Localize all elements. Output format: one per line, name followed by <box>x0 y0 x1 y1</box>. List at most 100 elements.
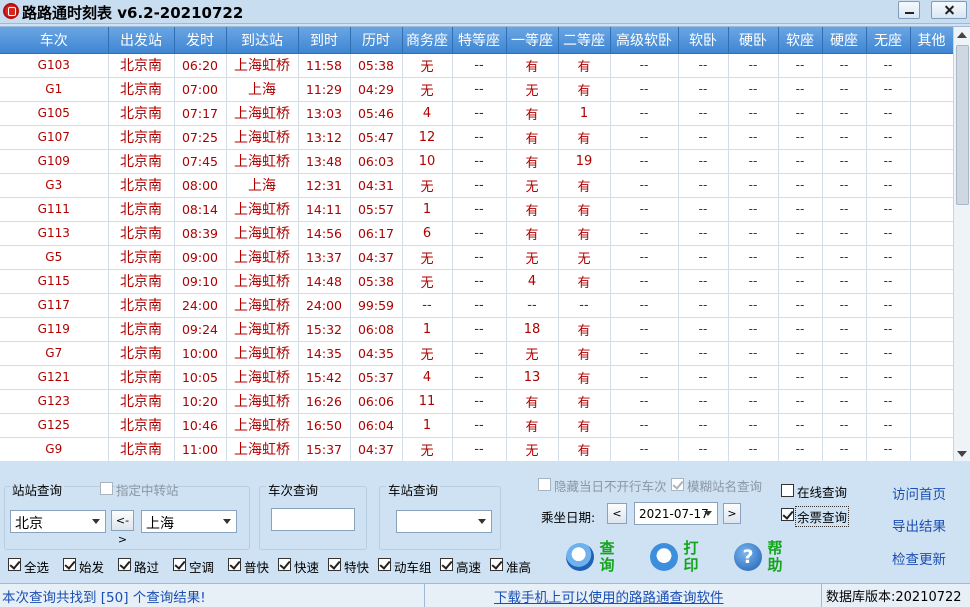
close-button[interactable] <box>931 1 967 19</box>
filter-label: 全选 <box>24 560 50 575</box>
vertical-scrollbar[interactable] <box>953 27 970 461</box>
column-header[interactable]: 无座 <box>866 27 911 54</box>
table-cell: -- <box>452 341 507 366</box>
filter-checkbox[interactable] <box>63 558 76 571</box>
column-header[interactable]: 发时 <box>174 27 227 54</box>
table-row[interactable]: G105 北京南 07:17 上海虹桥 13:03 05:46 4 -- 有 1 -- -- -- -- -… <box>0 101 954 126</box>
column-header[interactable]: 其他 <box>910 27 954 54</box>
table-row[interactable]: G109 北京南 07:45 上海虹桥 13:48 06:03 10 -- 有 19 -- -- -- -… <box>0 149 954 174</box>
title-bar: 路路通时刻表 v6.2-20210722 <box>0 0 970 24</box>
table-cell: 无 <box>402 437 453 461</box>
date-picker[interactable]: 2021-07-17 <box>634 502 718 525</box>
table-row[interactable]: G9 北京南 11:00 上海虹桥 15:37 04:37 无 -- 无有 -- -- -- -- -- -… <box>0 437 954 461</box>
column-header[interactable]: 车次 <box>0 27 109 54</box>
table-cell: 有 <box>506 101 559 126</box>
transfer-checkbox[interactable] <box>100 482 113 495</box>
to-station-select[interactable]: 上海 <box>141 510 237 533</box>
table-cell <box>910 293 954 318</box>
table-cell: 无 <box>402 245 453 270</box>
filter-checkbox[interactable] <box>328 558 341 571</box>
column-header[interactable]: 到时 <box>298 27 351 54</box>
hide-nonrunning-checkbox[interactable] <box>538 478 551 491</box>
table-cell: -- <box>822 173 867 198</box>
print-button[interactable]: 打印 <box>650 540 704 580</box>
table-row[interactable]: G5 北京南 09:00 上海虹桥 13:37 04:37 无 -- 无无 -- -- -- -- -- -… <box>0 245 954 270</box>
table-row[interactable]: G125 北京南 10:46 上海虹桥 16:50 06:04 1 -- 有有 -- -- -- -- -… <box>0 413 954 438</box>
table-row[interactable]: G103 北京南 06:20 上海虹桥 11:58 05:38 无 -- 有有 -- -- -- -- -… <box>0 53 954 78</box>
table-row[interactable]: G113 北京南 08:39 上海虹桥 14:56 06:17 6 -- 有有 -- -- -- -- -… <box>0 221 954 246</box>
table-row[interactable]: G115 北京南 09:10 上海虹桥 14:48 05:38 无 -- 4 有 -- -- -- -- -… <box>0 269 954 294</box>
table-cell: -- <box>558 293 611 318</box>
filter-checkbox[interactable] <box>278 558 291 571</box>
table-cell: -- <box>822 77 867 102</box>
table-cell: -- <box>610 365 679 390</box>
column-header[interactable]: 硬卧 <box>728 27 779 54</box>
station-search-select[interactable] <box>396 510 492 533</box>
table-cell: 上海 <box>226 173 299 198</box>
column-header[interactable]: 到达站 <box>226 27 299 54</box>
table-row[interactable]: G121 北京南 10:05 上海虹桥 15:42 05:37 4 -- 13 有 -- -- -- --… <box>0 365 954 390</box>
filter-checkbox[interactable] <box>173 558 186 571</box>
filter-label: 动车组 <box>394 560 432 575</box>
filter-checkbox[interactable] <box>8 558 21 571</box>
table-row[interactable]: G111 北京南 08:14 上海虹桥 14:11 05:57 1 -- 有有 -- -- -- -- -… <box>0 197 954 222</box>
column-header[interactable]: 出发站 <box>108 27 175 54</box>
column-header[interactable]: 软座 <box>778 27 823 54</box>
table-cell: 04:37 <box>350 245 403 270</box>
column-header[interactable]: 软卧 <box>678 27 729 54</box>
table-row[interactable]: G3 北京南 08:00 上海 12:31 04:31 无 -- 无有 -- -- -- -- -- -- <box>0 173 954 198</box>
from-station-select[interactable]: 北京 <box>10 510 106 533</box>
prev-date-button[interactable]: < <box>607 503 627 524</box>
table-row[interactable]: G123 北京南 10:20 上海虹桥 16:26 06:06 11 -- 有有 -- -- -- --… <box>0 389 954 414</box>
column-header[interactable]: 一等座 <box>506 27 559 54</box>
scroll-down-icon[interactable] <box>957 451 967 457</box>
next-date-button[interactable]: > <box>723 503 741 524</box>
table-cell: -- <box>822 149 867 174</box>
column-header[interactable]: 硬座 <box>822 27 867 54</box>
table-row[interactable]: G7 北京南 10:00 上海虹桥 14:35 04:35 无 -- 无有 -- -- -- -- -- -… <box>0 341 954 366</box>
column-header[interactable]: 二等座 <box>558 27 611 54</box>
filter-checkbox[interactable] <box>440 558 453 571</box>
filter-checkbox[interactable] <box>378 558 391 571</box>
minimize-button[interactable] <box>898 1 920 19</box>
help-button[interactable]: ? 帮助 <box>734 540 788 580</box>
download-app-link[interactable]: 下载手机上可以使用的路路通查询软件 <box>494 586 724 606</box>
table-cell: -- <box>678 173 729 198</box>
remaining-tickets-checkbox[interactable] <box>781 508 794 521</box>
table-row[interactable]: G107 北京南 07:25 上海虹桥 13:12 05:47 12 -- 有有 -- -- -- --… <box>0 125 954 150</box>
online-query-checkbox[interactable] <box>781 484 794 497</box>
check-update-link[interactable]: 检查更新 <box>892 548 946 568</box>
table-row[interactable]: G1 北京南 07:00 上海 11:29 04:29 无 -- 无有 -- -- -- -- -- -- <box>0 77 954 102</box>
column-header[interactable]: 历时 <box>350 27 403 54</box>
table-cell: -- <box>822 53 867 78</box>
swap-stations-button[interactable]: <-> <box>111 510 134 546</box>
column-header[interactable]: 商务座 <box>402 27 453 54</box>
table-cell: -- <box>728 437 779 461</box>
table-cell: -- <box>866 149 911 174</box>
table-cell: G7 <box>0 341 109 366</box>
fuzzy-search-checkbox[interactable] <box>671 478 684 491</box>
scrollbar-thumb[interactable] <box>956 45 969 205</box>
table-cell: -- <box>678 77 729 102</box>
filter-checkbox[interactable] <box>118 558 131 571</box>
table-row[interactable]: G117 北京南 24:00 上海虹桥 24:00 99:59 -- -- -- -- -- -- --… <box>0 293 954 318</box>
visit-homepage-link[interactable]: 访问首页 <box>892 483 946 503</box>
table-cell: -- <box>678 269 729 294</box>
export-results-link[interactable]: 导出结果 <box>892 515 946 535</box>
train-number-input[interactable] <box>271 508 355 531</box>
column-header[interactable]: 特等座 <box>452 27 507 54</box>
column-header[interactable]: 高级软卧 <box>610 27 679 54</box>
table-cell: 北京南 <box>108 245 175 270</box>
filter-checkbox[interactable] <box>490 558 503 571</box>
filter-checkbox[interactable] <box>228 558 241 571</box>
help-button-label: 帮助 <box>767 539 783 574</box>
search-button[interactable]: 查询 <box>566 540 620 580</box>
table-cell: 有 <box>558 341 611 366</box>
table-cell: G103 <box>0 53 109 78</box>
table-cell: 05:38 <box>350 53 403 78</box>
scroll-up-icon[interactable] <box>957 32 967 38</box>
table-row[interactable]: G119 北京南 09:24 上海虹桥 15:32 06:08 1 -- 18 有 -- -- -- --… <box>0 317 954 342</box>
table-cell: -- <box>610 197 679 222</box>
table-cell: -- <box>452 221 507 246</box>
table-cell: -- <box>610 125 679 150</box>
